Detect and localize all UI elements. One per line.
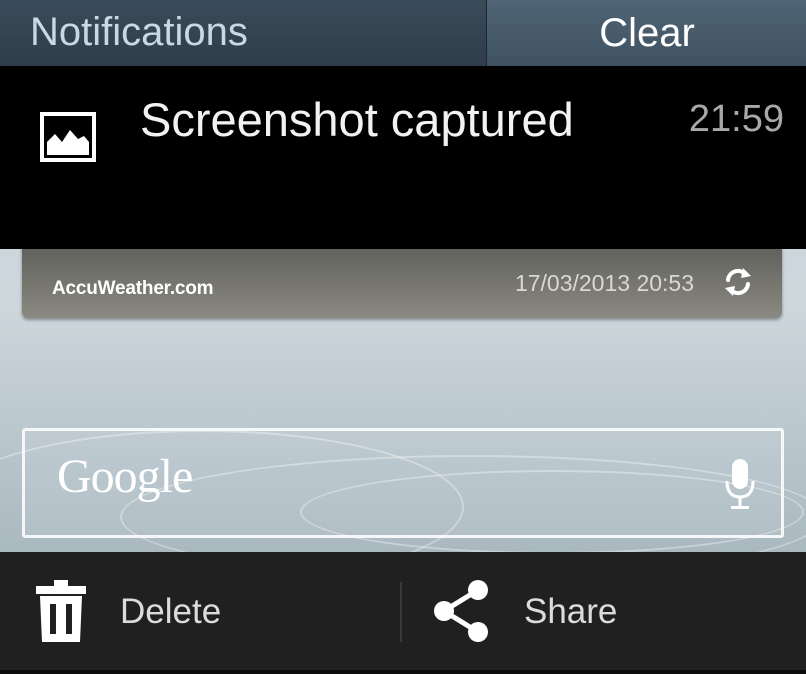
panel-title: Notifications <box>30 10 248 54</box>
action-bar: Delete Share <box>0 552 806 674</box>
notification-time: 21:59 <box>688 98 784 140</box>
share-button[interactable]: Share <box>402 552 806 670</box>
notification-panel-header: Notifications Clear <box>0 0 806 66</box>
delete-label: Delete <box>120 592 222 631</box>
weather-brand: AccuWeather.com <box>52 278 214 299</box>
weather-updated-time: 17/03/2013 20:53 <box>514 270 694 296</box>
notification-item[interactable]: Screenshot captured 21:59 <box>0 66 806 249</box>
clear-button[interactable]: Clear <box>486 0 806 66</box>
trash-icon <box>36 580 86 642</box>
microphone-icon[interactable] <box>723 457 757 513</box>
share-icon <box>434 580 488 642</box>
notification-title: Screenshot captured <box>140 93 574 146</box>
refresh-icon[interactable] <box>720 264 756 300</box>
google-logo: Google <box>57 450 193 503</box>
screenshot-notification-screen: AccuWeather.com 17/03/2013 20:53 Google … <box>0 0 806 674</box>
share-label: Share <box>524 592 618 631</box>
google-search-bar[interactable]: Google <box>22 428 784 538</box>
delete-button[interactable]: Delete <box>0 552 400 670</box>
image-icon <box>40 112 96 162</box>
action-bar-edge <box>0 670 806 674</box>
